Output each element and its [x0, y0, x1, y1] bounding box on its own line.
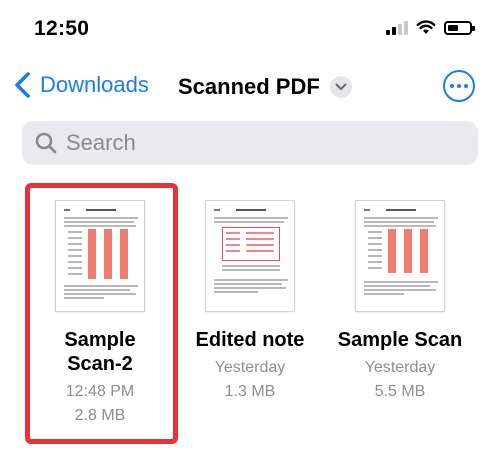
file-size: 2.8 MB [74, 407, 126, 424]
status-time: 12:50 [34, 17, 90, 40]
search-input[interactable] [66, 130, 446, 156]
chevron-down-icon [329, 76, 352, 98]
file-thumbnail [55, 200, 145, 312]
file-name: Edited note [195, 329, 305, 351]
status-icons [386, 20, 475, 35]
file-item-sample-scan-2[interactable]: Sample Scan-2 12:48 PM 2.8 MB [25, 200, 175, 428]
ellipsis-circle-icon [450, 84, 454, 88]
back-button[interactable]: Downloads [12, 70, 149, 100]
file-item-sample-scan[interactable]: Sample Scan Yesterday 5.5 MB [325, 200, 475, 404]
file-thumbnail [205, 200, 295, 312]
file-date: 12:48 PM [65, 383, 135, 400]
chevron-left-icon [15, 72, 30, 98]
file-size: 1.3 MB [224, 383, 276, 400]
file-name: Sample [64, 329, 136, 351]
file-date: Yesterday [214, 359, 286, 376]
search-icon [35, 132, 57, 154]
file-item-edited-note[interactable]: Edited note Yesterday 1.3 MB [175, 200, 325, 404]
file-size: 5.5 MB [374, 383, 426, 400]
page-title: Scanned PDF [178, 74, 320, 99]
file-date: Yesterday [364, 359, 436, 376]
file-name: Sample Scan [337, 329, 463, 351]
wifi-icon [416, 20, 436, 34]
more-options-button[interactable] [443, 70, 475, 102]
signal-icon [386, 20, 408, 35]
folder-title-menu[interactable]: Scanned PDF [178, 74, 352, 100]
back-label: Downloads [40, 72, 149, 97]
search-bar[interactable] [22, 121, 478, 165]
battery-icon [444, 20, 475, 35]
status-bar: 12:50 [0, 0, 500, 60]
file-name-line-2: Scan-2 [67, 353, 133, 375]
navigation-bar: Downloads Scanned PDF [0, 66, 500, 110]
file-thumbnail [355, 200, 445, 312]
